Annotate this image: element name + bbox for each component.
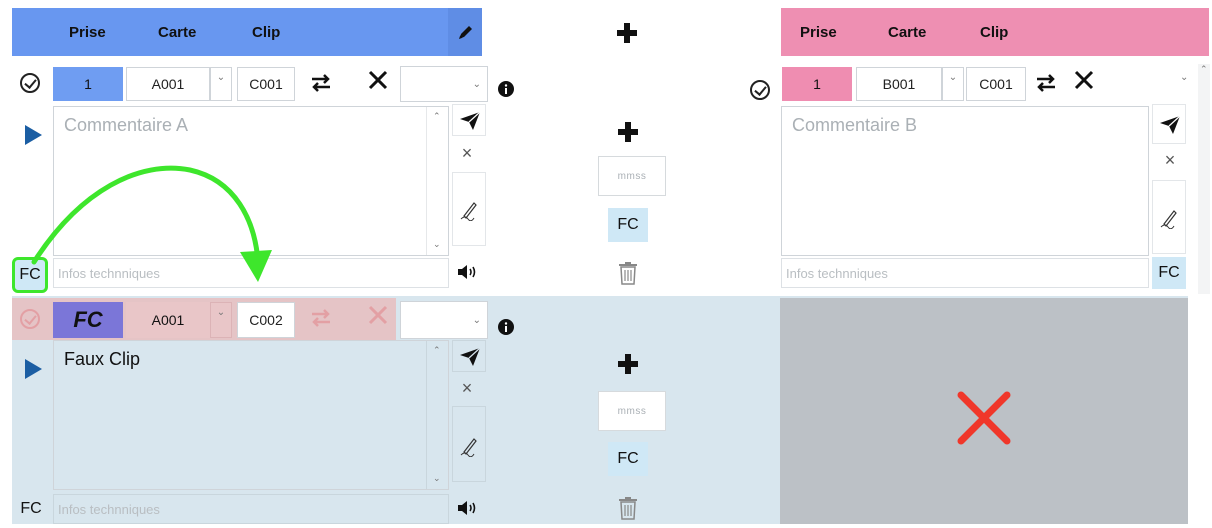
prise-field[interactable]: 1 [782, 67, 852, 101]
paper-plane-icon [1159, 115, 1181, 135]
fc-toggle-button[interactable]: FC [1152, 257, 1186, 289]
paper-plane-icon [459, 347, 481, 367]
play-icon[interactable] [22, 358, 44, 380]
plus-icon [618, 122, 638, 142]
add-row-button[interactable] [616, 120, 640, 144]
signature-button[interactable] [452, 406, 486, 482]
status-select[interactable]: ⌄ [400, 301, 488, 339]
tech-info-field[interactable]: Infos technniques [53, 494, 449, 524]
send-button[interactable] [1152, 104, 1186, 144]
comment-scrollbar[interactable]: ⌃ ⌄ [426, 341, 448, 489]
clear-x-icon[interactable]: × [1160, 150, 1180, 170]
clip-field[interactable]: C002 [237, 302, 295, 338]
speaker-icon[interactable] [456, 498, 480, 518]
add-row-button[interactable] [616, 352, 640, 376]
carte-dropdown[interactable]: ⌄ [942, 67, 964, 101]
trash-icon[interactable] [617, 495, 639, 521]
comment-field[interactable]: Commentaire B [781, 106, 1149, 256]
validate-check-icon[interactable] [750, 80, 770, 100]
delete-cross-icon[interactable] [954, 388, 1014, 448]
trash-icon[interactable] [617, 260, 639, 286]
clear-x-icon[interactable]: × [457, 378, 477, 398]
signature-pen-icon [459, 435, 481, 457]
clip-field[interactable]: C001 [966, 67, 1026, 101]
send-button[interactable] [452, 340, 486, 372]
plus-icon [618, 354, 638, 374]
info-icon[interactable] [497, 318, 515, 336]
fc-button[interactable]: FC [608, 442, 648, 476]
timecode-field[interactable]: mmss [598, 156, 666, 196]
status-select[interactable]: ⌄ [1180, 72, 1188, 83]
signature-pen-icon [1159, 207, 1181, 229]
swap-icon[interactable] [1033, 70, 1059, 96]
prise-fc-field[interactable]: FC [53, 302, 123, 338]
fc-button[interactable]: FC [608, 208, 648, 242]
signature-button[interactable] [1152, 180, 1186, 254]
validate-check-icon[interactable] [20, 309, 40, 329]
swap-icon [308, 305, 334, 331]
timecode-field[interactable]: mmss [598, 391, 666, 431]
comment-field[interactable]: Faux Clip [53, 340, 449, 490]
page-scrollbar[interactable]: ⌃ [1198, 64, 1210, 294]
tech-info-field[interactable]: Infos technniques [781, 258, 1149, 288]
close-icon [366, 303, 390, 327]
close-icon[interactable] [1072, 68, 1096, 92]
carte-field[interactable]: B001 [856, 67, 942, 101]
carte-field[interactable]: A001 [126, 302, 210, 338]
fc-toggle-button[interactable]: FC [14, 494, 48, 524]
carte-dropdown[interactable]: ⌄ [210, 302, 232, 338]
